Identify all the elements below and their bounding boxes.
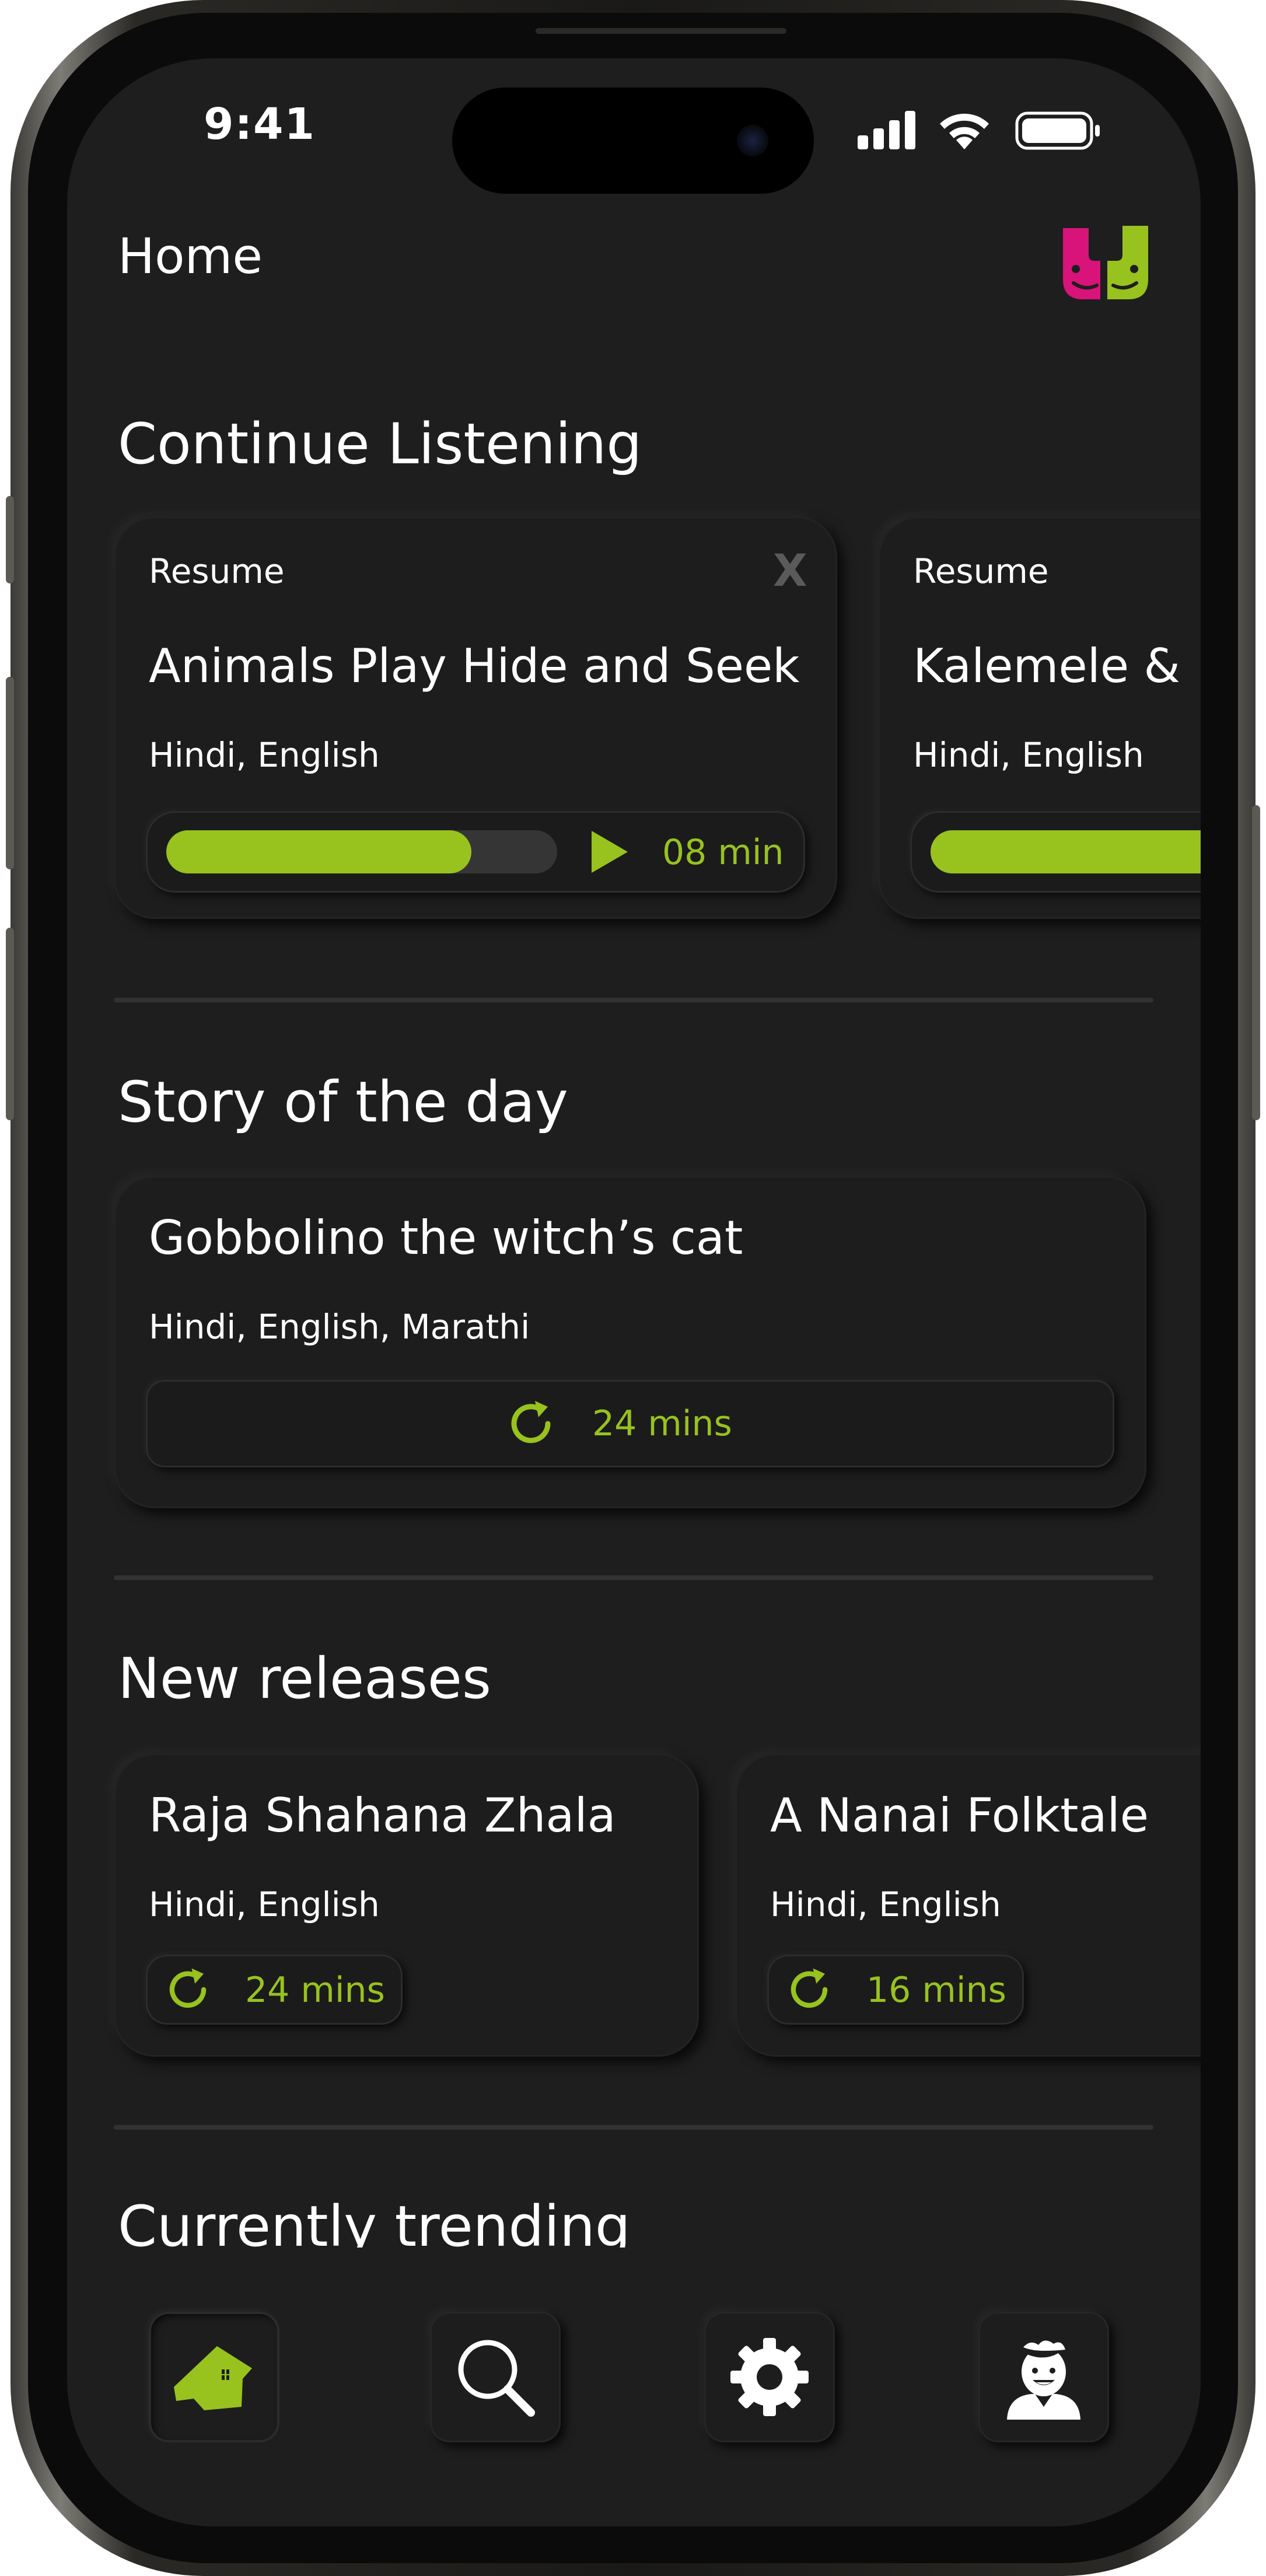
content-area: 9:41 Home Continue Listening Resume X An… <box>67 58 1201 2526</box>
duration-label: 16 mins <box>866 1970 1006 2011</box>
section-divider <box>114 998 1153 1002</box>
avatar-icon <box>1007 2340 1080 2420</box>
player-bar[interactable] <box>910 811 1201 893</box>
home-icon <box>174 2346 252 2410</box>
earpiece <box>536 28 786 34</box>
progress-fill <box>166 830 471 873</box>
side-button <box>6 928 14 1120</box>
duration-button[interactable]: 24 mins <box>146 1955 403 2025</box>
side-button <box>6 677 14 869</box>
duration-button[interactable]: 24 mins <box>146 1380 1114 1467</box>
continue-card[interactable]: Resume X Animals Play Hide and Seek Hind… <box>114 516 837 919</box>
nav-settings-button[interactable] <box>704 2312 835 2442</box>
wifi-icon <box>940 113 989 149</box>
card-title: A Nanai Folktale <box>770 1788 1149 1843</box>
section-title-continue-listening: Continue Listening <box>118 411 642 477</box>
card-languages: Hindi, English <box>149 1885 380 1924</box>
card-languages: Hindi, English, Marathi <box>149 1307 530 1347</box>
duration-button[interactable]: 16 mins <box>767 1955 1024 2025</box>
card-languages: Hindi, English <box>770 1885 1001 1924</box>
card-title: Kalemele & <box>913 639 1180 693</box>
battery-icon <box>1015 111 1100 150</box>
card-title: Gobbolino the witch’s cat <box>149 1211 743 1265</box>
duration-label: 08 min <box>662 832 784 873</box>
player-bar[interactable]: 08 min <box>146 811 805 893</box>
gear-icon <box>730 2338 809 2416</box>
card-languages: Hindi, English <box>913 735 1144 775</box>
signal-icon <box>858 111 915 149</box>
nav-home-button[interactable] <box>149 2312 279 2442</box>
status-icons <box>858 110 1114 151</box>
new-release-card[interactable]: A Nanai Folktale Hindi, English 16 mins <box>735 1753 1201 2057</box>
dynamic-island <box>452 88 814 194</box>
section-divider <box>114 1575 1153 1580</box>
nav-search-button[interactable] <box>430 2312 561 2442</box>
close-icon[interactable]: X <box>773 544 807 596</box>
page-title: Home <box>118 228 263 285</box>
duration-label: 24 mins <box>245 1970 385 2011</box>
duration-label: 24 mins <box>592 1403 732 1444</box>
section-title-story-of-the-day: Story of the day <box>118 1069 568 1135</box>
front-camera-icon <box>737 125 768 156</box>
status-time: 9:41 <box>203 99 316 149</box>
story-of-the-day-card[interactable]: Gobbolino the witch’s cat Hindi, English… <box>114 1176 1146 1508</box>
card-languages: Hindi, English <box>149 735 380 775</box>
progress-fill <box>931 830 1201 873</box>
card-title: Raja Shahana Zhala <box>149 1788 616 1843</box>
resume-label: Resume <box>913 551 1049 591</box>
progress-bar[interactable] <box>166 830 557 873</box>
smiley-logo-icon <box>1063 226 1148 299</box>
section-title-new-releases: New releases <box>118 1646 491 1711</box>
section-divider <box>114 2125 1153 2130</box>
refresh-icon <box>511 1401 551 1443</box>
card-title: Animals Play Hide and Seek <box>149 639 800 693</box>
nav-profile-button[interactable] <box>978 2312 1109 2442</box>
app-screen: 9:41 Home Continue Listening Resume X An… <box>67 58 1201 2526</box>
search-icon <box>458 2340 535 2417</box>
new-release-card[interactable]: Raja Shahana Zhala Hindi, English 24 min… <box>114 1753 699 2057</box>
play-icon[interactable] <box>589 829 630 875</box>
continue-card[interactable]: Resume Kalemele & Hindi, English <box>878 516 1201 919</box>
side-button <box>6 496 14 583</box>
refresh-icon <box>169 1968 207 2008</box>
progress-bar[interactable] <box>931 830 1201 873</box>
side-button <box>1252 805 1260 1120</box>
refresh-icon <box>791 1968 828 2008</box>
resume-label: Resume <box>149 551 285 591</box>
